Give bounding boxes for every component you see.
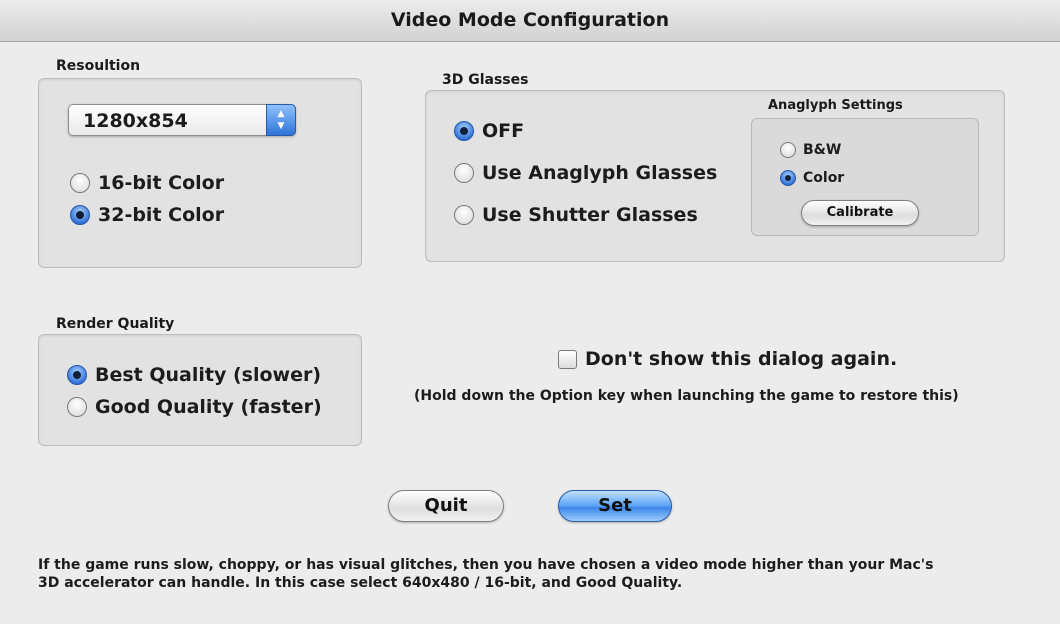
radio-button-icon bbox=[780, 142, 796, 158]
calibrate-button[interactable]: Calibrate bbox=[801, 200, 919, 226]
resolution-select[interactable]: 1280x854 ▲ ▼ bbox=[68, 104, 296, 136]
radio-anaglyph-bw[interactable]: B&W bbox=[780, 142, 841, 158]
glasses-group-label: 3D Glasses bbox=[442, 72, 529, 88]
radio-button-icon bbox=[67, 397, 87, 417]
radio-32bit-color-label: 32-bit Color bbox=[98, 204, 225, 226]
radio-anaglyph-color[interactable]: Color bbox=[780, 170, 844, 186]
radio-16bit-color-label: 16-bit Color bbox=[98, 172, 225, 194]
radio-anaglyph-bw-label: B&W bbox=[803, 142, 842, 158]
popup-arrows-icon: ▲ ▼ bbox=[266, 104, 296, 136]
radio-glasses-off-label: OFF bbox=[482, 120, 525, 142]
set-button[interactable]: Set bbox=[558, 490, 672, 522]
radio-32bit-color[interactable]: 32-bit Color bbox=[70, 204, 224, 226]
footer-help-line-2: 3D accelerator can handle. In this case … bbox=[38, 575, 683, 591]
radio-glasses-off[interactable]: OFF bbox=[454, 120, 524, 142]
dont-show-dialog-checkbox[interactable]: Don't show this dialog again. bbox=[558, 348, 897, 370]
radio-button-selected-icon bbox=[780, 170, 796, 186]
radio-best-quality-label: Best Quality (slower) bbox=[95, 364, 322, 386]
window-title: Video Mode Configuration bbox=[0, 0, 1060, 42]
radio-button-selected-icon bbox=[70, 205, 90, 225]
radio-anaglyph-glasses[interactable]: Use Anaglyph Glasses bbox=[454, 162, 717, 184]
radio-button-selected-icon bbox=[67, 365, 87, 385]
radio-good-quality-label: Good Quality (faster) bbox=[95, 396, 322, 418]
radio-16bit-color[interactable]: 16-bit Color bbox=[70, 172, 224, 194]
footer-help-line-1: If the game runs slow, choppy, or has vi… bbox=[38, 557, 934, 573]
footer-help-text: If the game runs slow, choppy, or has vi… bbox=[38, 556, 1038, 592]
dont-show-dialog-label: Don't show this dialog again. bbox=[585, 348, 898, 370]
resolution-group-label: Resoultion bbox=[56, 58, 141, 74]
radio-good-quality[interactable]: Good Quality (faster) bbox=[67, 396, 322, 418]
radio-button-icon bbox=[454, 163, 474, 183]
render-quality-group-label: Render Quality bbox=[56, 316, 175, 332]
radio-shutter-glasses-label: Use Shutter Glasses bbox=[482, 204, 698, 226]
restore-dialog-note: (Hold down the Option key when launching… bbox=[414, 388, 959, 404]
radio-best-quality[interactable]: Best Quality (slower) bbox=[67, 364, 321, 386]
resolution-select-value: 1280x854 bbox=[83, 110, 188, 132]
radio-button-selected-icon bbox=[454, 121, 474, 141]
radio-button-icon bbox=[454, 205, 474, 225]
checkbox-icon bbox=[558, 349, 577, 369]
radio-anaglyph-glasses-label: Use Anaglyph Glasses bbox=[482, 162, 718, 184]
anaglyph-settings-label: Anaglyph Settings bbox=[768, 98, 903, 113]
radio-anaglyph-color-label: Color bbox=[803, 170, 845, 186]
radio-shutter-glasses[interactable]: Use Shutter Glasses bbox=[454, 204, 698, 226]
quit-button[interactable]: Quit bbox=[388, 490, 504, 522]
render-quality-group bbox=[38, 334, 362, 446]
radio-button-icon bbox=[70, 173, 90, 193]
